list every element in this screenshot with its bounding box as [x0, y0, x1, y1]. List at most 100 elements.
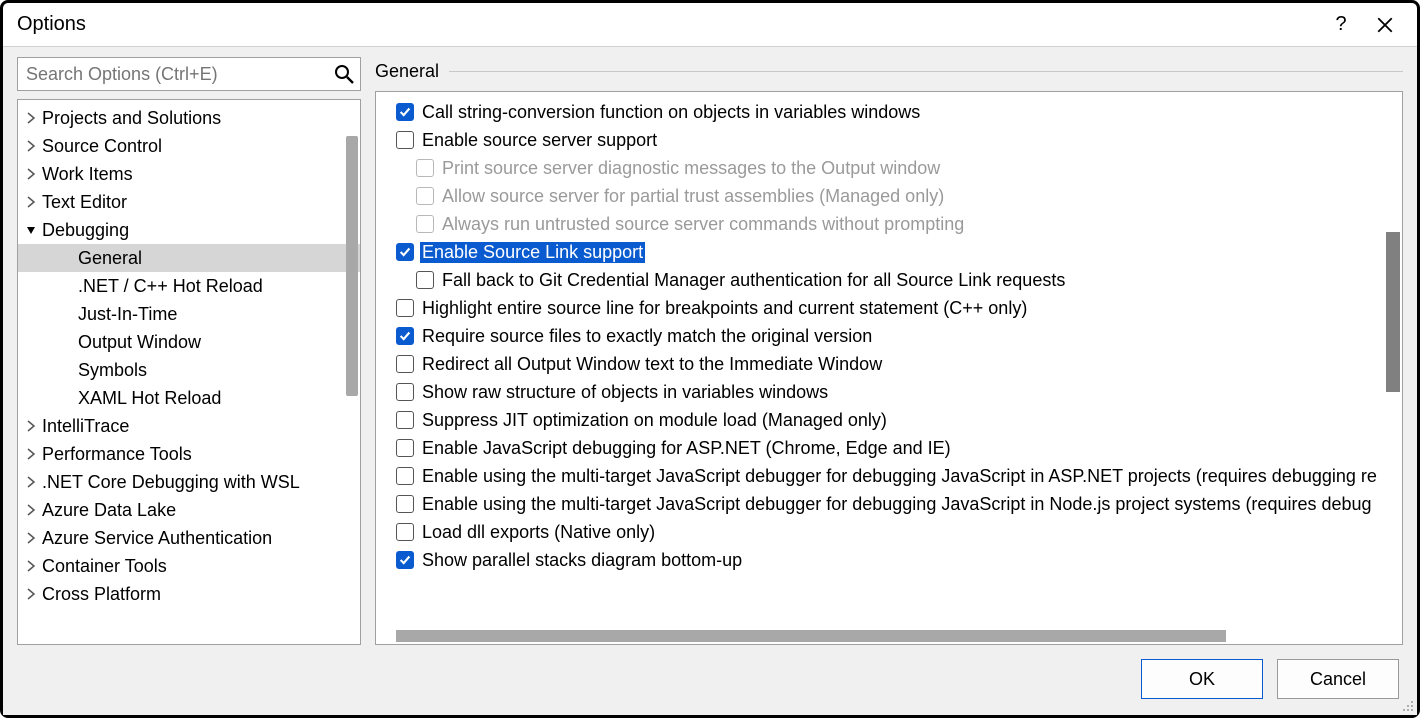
tree-item[interactable]: Output Window — [18, 328, 360, 356]
checkbox[interactable] — [396, 495, 414, 513]
chevron-right-icon — [24, 503, 38, 517]
category-tree: Projects and Solutions Source ControlWork… — [17, 99, 361, 645]
chevron-right-icon — [24, 475, 38, 489]
option-label: Allow source server for partial trust as… — [440, 186, 946, 207]
options-dialog: Options ? Projects and Solutions Source C… — [0, 0, 1420, 718]
tree-item[interactable]: Projects and Solutions — [18, 104, 360, 132]
options-hscrollbar[interactable] — [396, 630, 1226, 642]
option-row[interactable]: Load dll exports (Native only) — [376, 518, 1402, 546]
option-row[interactable]: Enable source server support — [376, 126, 1402, 154]
search-input[interactable] — [18, 58, 360, 90]
checkbox[interactable] — [396, 467, 414, 485]
checkbox[interactable] — [396, 327, 414, 345]
option-row: Allow source server for partial trust as… — [376, 182, 1402, 210]
option-row[interactable]: Redirect all Output Window text to the I… — [376, 350, 1402, 378]
options-vscrollbar[interactable] — [1386, 232, 1400, 392]
option-row[interactable]: Call string-conversion function on objec… — [376, 98, 1402, 126]
tree-item[interactable]: Container Tools — [18, 552, 360, 580]
option-row[interactable]: Show raw structure of objects in variabl… — [376, 378, 1402, 406]
checkbox[interactable] — [396, 299, 414, 317]
checkbox[interactable] — [396, 411, 414, 429]
option-row[interactable]: Enable Source Link support — [376, 238, 1402, 266]
help-icon: ? — [1335, 13, 1346, 36]
button-row: OK Cancel — [3, 645, 1417, 715]
tree-item[interactable]: Just-In-Time — [18, 300, 360, 328]
tree-item[interactable]: IntelliTrace — [18, 412, 360, 440]
no-icon — [60, 335, 74, 349]
option-row[interactable]: Fall back to Git Credential Manager auth… — [376, 266, 1402, 294]
tree-item[interactable]: Source Control — [18, 132, 360, 160]
option-row: Always run untrusted source server comma… — [376, 210, 1402, 238]
checkbox[interactable] — [396, 243, 414, 261]
tree-item-label: XAML Hot Reload — [78, 388, 221, 409]
option-row[interactable]: Highlight entire source line for breakpo… — [376, 294, 1402, 322]
tree-item-label: Container Tools — [42, 556, 167, 577]
tree-item[interactable]: Performance Tools — [18, 440, 360, 468]
checkbox[interactable] — [396, 103, 414, 121]
tree-item-label: IntelliTrace — [42, 416, 129, 437]
chevron-right-icon — [24, 587, 38, 601]
option-label: Always run untrusted source server comma… — [440, 214, 966, 235]
tree-item-label: Symbols — [78, 360, 147, 381]
option-row[interactable]: Suppress JIT optimization on module load… — [376, 406, 1402, 434]
resize-grip-icon[interactable] — [1399, 697, 1415, 713]
option-label: Print source server diagnostic messages … — [440, 158, 942, 179]
help-button[interactable]: ? — [1319, 7, 1363, 43]
tree-item-label: Just-In-Time — [78, 304, 177, 325]
chevron-right-icon — [24, 195, 38, 209]
checkbox[interactable] — [416, 271, 434, 289]
tree-item[interactable]: Cross Platform — [18, 580, 360, 608]
tree-item[interactable]: Symbols — [18, 356, 360, 384]
option-row[interactable]: Enable JavaScript debugging for ASP.NET … — [376, 434, 1402, 462]
option-row[interactable]: Enable using the multi-target JavaScript… — [376, 462, 1402, 490]
tree-item[interactable]: XAML Hot Reload — [18, 384, 360, 412]
no-icon — [60, 251, 74, 265]
tree-scrollbar[interactable] — [346, 136, 358, 396]
tree-item[interactable]: Azure Service Authentication — [18, 524, 360, 552]
tree-list[interactable]: Projects and Solutions Source ControlWork… — [18, 100, 360, 644]
option-label: Enable Source Link support — [420, 242, 645, 263]
option-label: Redirect all Output Window text to the I… — [420, 354, 884, 375]
search-box — [17, 57, 361, 91]
left-pane: Projects and Solutions Source ControlWork… — [17, 57, 361, 645]
tree-item[interactable]: .NET Core Debugging with WSL — [18, 468, 360, 496]
checkbox[interactable] — [396, 383, 414, 401]
checkbox[interactable] — [396, 523, 414, 541]
tree-item[interactable]: Text Editor — [18, 188, 360, 216]
option-label: Call string-conversion function on objec… — [420, 102, 922, 123]
tree-item-label: Debugging — [42, 220, 129, 241]
cancel-button[interactable]: Cancel — [1277, 659, 1399, 699]
checkbox[interactable] — [396, 355, 414, 373]
tree-item-label: Output Window — [78, 332, 201, 353]
option-label: Load dll exports (Native only) — [420, 522, 657, 543]
tree-item[interactable]: .NET / C++ Hot Reload — [18, 272, 360, 300]
no-icon — [60, 279, 74, 293]
checkbox[interactable] — [396, 551, 414, 569]
option-label: Enable source server support — [420, 130, 659, 151]
tree-item-label: Cross Platform — [42, 584, 161, 605]
tree-item-label: Projects and Solutions — [42, 108, 221, 129]
option-label: Enable JavaScript debugging for ASP.NET … — [420, 438, 953, 459]
option-label: Enable using the multi-target JavaScript… — [420, 466, 1379, 487]
option-row[interactable]: Show parallel stacks diagram bottom-up — [376, 546, 1402, 574]
option-label: Show parallel stacks diagram bottom-up — [420, 550, 744, 571]
tree-item[interactable]: Azure Data Lake — [18, 496, 360, 524]
tree-item[interactable]: General — [18, 244, 360, 272]
checkbox — [416, 159, 434, 177]
option-row[interactable]: Require source files to exactly match th… — [376, 322, 1402, 350]
option-label: Fall back to Git Credential Manager auth… — [440, 270, 1067, 291]
close-button[interactable] — [1363, 7, 1407, 43]
option-label: Highlight entire source line for breakpo… — [420, 298, 1029, 319]
checkbox[interactable] — [396, 439, 414, 457]
option-row[interactable]: Enable using the multi-target JavaScript… — [376, 490, 1402, 518]
chevron-right-icon — [24, 419, 38, 433]
titlebar: Options ? — [3, 3, 1417, 47]
dialog-title: Options — [17, 13, 86, 36]
option-label: Enable using the multi-target JavaScript… — [420, 494, 1374, 515]
checkbox[interactable] — [396, 131, 414, 149]
chevron-right-icon — [24, 167, 38, 181]
tree-item[interactable]: Debugging — [18, 216, 360, 244]
tree-item[interactable]: Work Items — [18, 160, 360, 188]
options-list[interactable]: Call string-conversion function on objec… — [376, 92, 1402, 644]
ok-button[interactable]: OK — [1141, 659, 1263, 699]
